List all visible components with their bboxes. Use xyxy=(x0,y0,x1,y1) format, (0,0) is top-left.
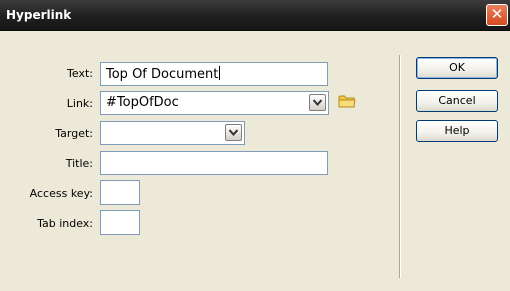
title-label: Title: xyxy=(65,157,93,170)
link-dropdown-button[interactable] xyxy=(309,94,326,111)
link-combobox[interactable]: #TopOfDoc xyxy=(100,91,329,115)
hyperlink-dialog: Hyperlink ✕ Text: Top Of Document Link: … xyxy=(0,0,510,291)
folder-icon xyxy=(338,95,356,108)
access-key-label: Access key: xyxy=(29,187,93,200)
text-label: Text: xyxy=(67,67,93,80)
access-key-input[interactable] xyxy=(100,180,140,205)
target-select[interactable] xyxy=(100,121,245,145)
tab-index-input[interactable] xyxy=(100,210,140,235)
ok-button[interactable]: OK xyxy=(416,57,498,79)
cancel-button[interactable]: Cancel xyxy=(416,90,498,112)
close-button[interactable]: ✕ xyxy=(486,4,508,26)
target-label: Target: xyxy=(55,127,93,140)
close-icon: ✕ xyxy=(490,5,504,23)
vertical-divider xyxy=(399,55,401,278)
target-dropdown-button[interactable] xyxy=(225,124,242,141)
browse-folder-button[interactable] xyxy=(338,94,356,108)
link-label: Link: xyxy=(66,97,93,110)
link-input-value: #TopOfDoc xyxy=(106,95,179,110)
text-input-value: Top Of Document xyxy=(106,67,219,82)
window-title: Hyperlink xyxy=(6,8,72,22)
title-bar[interactable]: Hyperlink ✕ xyxy=(0,0,510,31)
chevron-down-icon xyxy=(229,129,238,136)
tab-index-label: Tab index: xyxy=(37,217,93,230)
text-cursor xyxy=(219,66,221,80)
help-button[interactable]: Help xyxy=(416,120,498,142)
text-input[interactable]: Top Of Document xyxy=(100,62,328,86)
chevron-down-icon xyxy=(313,99,322,106)
title-input[interactable] xyxy=(100,151,328,175)
